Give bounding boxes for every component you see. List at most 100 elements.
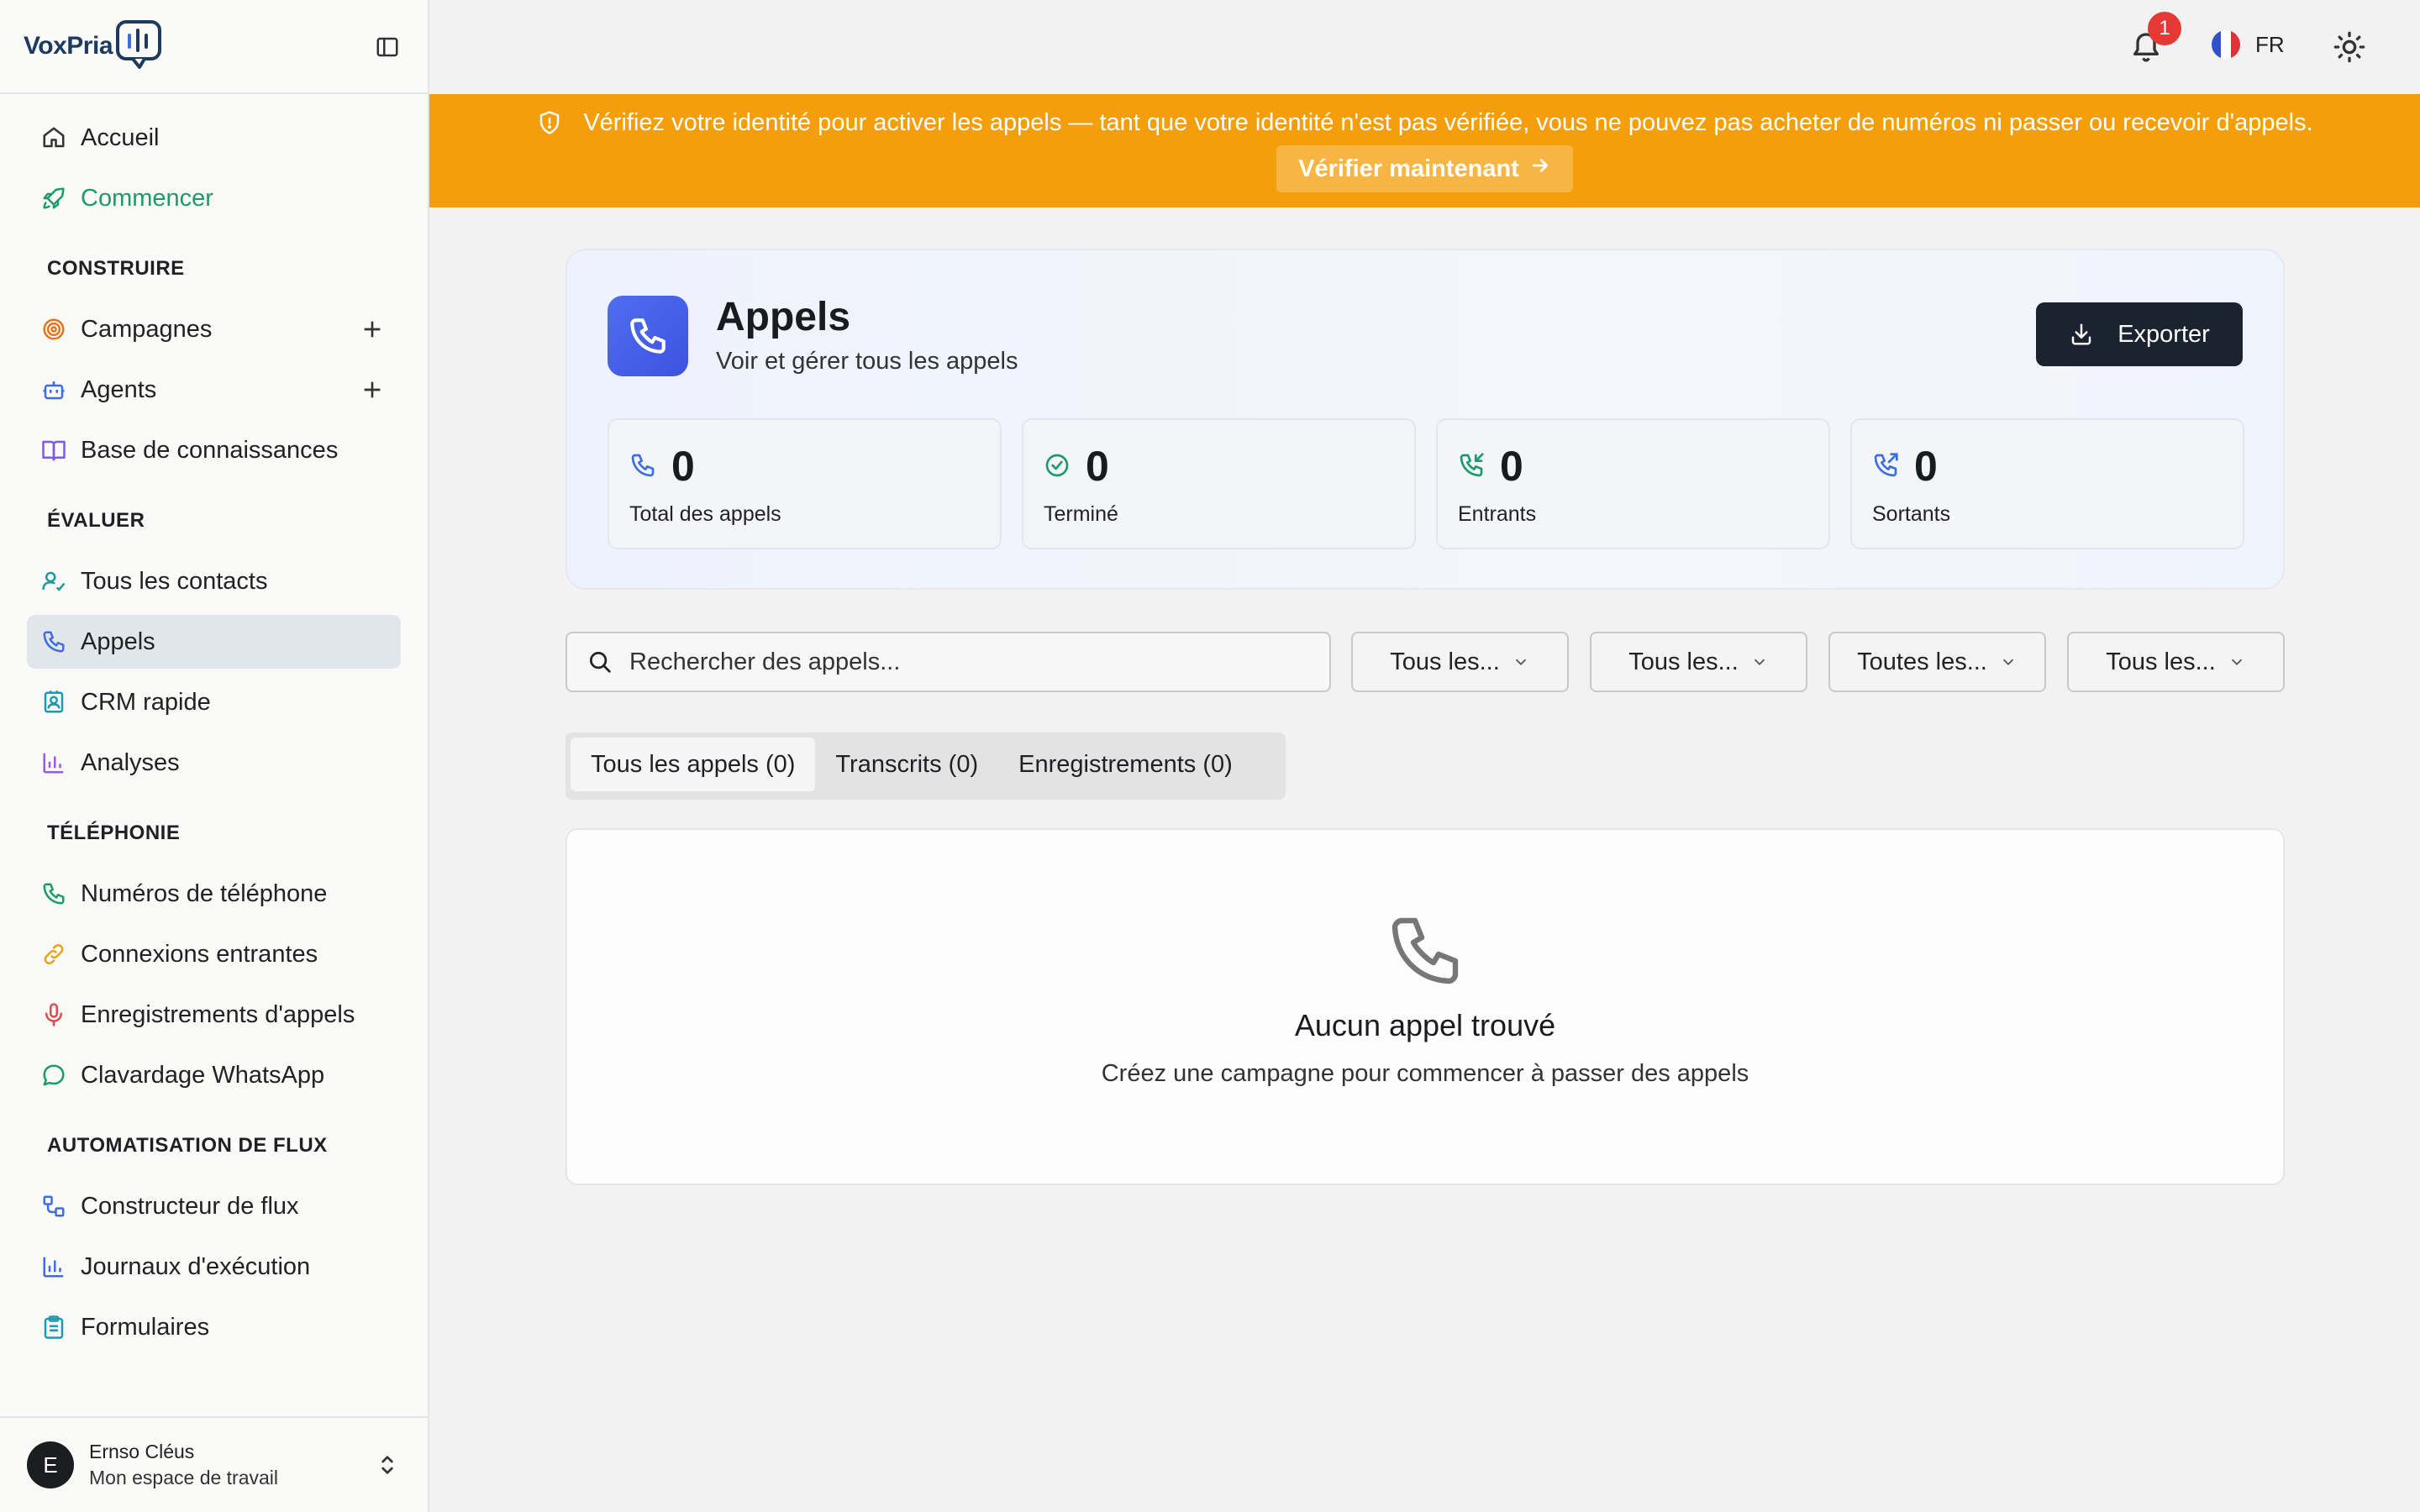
- french-flag-icon: [2212, 30, 2240, 59]
- sidebar-item-label: Agents: [81, 375, 157, 403]
- sidebar-item-accueil[interactable]: Accueil: [27, 111, 401, 165]
- stat-value: 0: [671, 443, 695, 490]
- sidebar-item-enregistrements[interactable]: Enregistrements d'appels: [27, 988, 401, 1042]
- sidebar-item-label: Campagnes: [81, 315, 213, 343]
- chevron-down-icon: [1754, 659, 1765, 666]
- mic-icon: [40, 1001, 67, 1028]
- bar-chart-icon: [40, 749, 67, 776]
- filter-label: Tous les...: [1390, 648, 1500, 675]
- sidebar-item-label: Constructeur de flux: [81, 1192, 299, 1220]
- phone-icon: [40, 880, 67, 907]
- search-input[interactable]: [629, 648, 1302, 676]
- stats-row: 0 Total des appels 0 Terminé 0 Entrants …: [608, 418, 2244, 549]
- sidebar-item-label: Accueil: [81, 123, 160, 151]
- tab-recordings[interactable]: Enregistrements (0): [998, 738, 1253, 791]
- book-icon: [40, 437, 67, 464]
- sidebar-item-label: Appels: [81, 627, 155, 655]
- bar-chart-icon: [40, 1253, 67, 1280]
- filter-select-1[interactable]: Tous les...: [1351, 632, 1569, 692]
- tab-transcribed[interactable]: Transcrits (0): [815, 738, 998, 791]
- arrow-right-icon: [1529, 155, 1551, 183]
- stat-card-sortants: 0 Sortants: [1850, 418, 2244, 549]
- sidebar-item-commencer[interactable]: Commencer: [27, 171, 401, 225]
- sidebar-nav: Accueil Commencer CONSTRUIRE Campagnes A…: [0, 94, 428, 1354]
- sidebar-item-label: CRM rapide: [81, 688, 211, 716]
- sidebar-item-label: Commencer: [81, 184, 213, 212]
- shield-alert-icon: [536, 110, 563, 137]
- section-telephonie: TÉLÉPHONIE: [47, 822, 181, 844]
- calls-header-card: Appels Voir et gérer tous les appels Exp…: [566, 249, 2285, 590]
- section-evaluer: ÉVALUER: [47, 509, 145, 532]
- user-menu[interactable]: E Ernso Cléus Mon espace de travail: [0, 1416, 428, 1512]
- add-agent-icon[interactable]: [359, 376, 386, 403]
- sidebar-item-base-connaissances[interactable]: Base de connaissances: [27, 423, 401, 477]
- sidebar-item-label: Analyses: [81, 748, 180, 776]
- target-icon: [40, 316, 67, 343]
- sidebar-toggle-icon[interactable]: [372, 32, 402, 62]
- empty-title: Aucun appel trouvé: [1294, 1008, 1556, 1042]
- sun-icon[interactable]: [2333, 30, 2366, 64]
- stat-label: Total des appels: [629, 502, 781, 526]
- phone-icon: [629, 452, 656, 479]
- sidebar-item-constructeur[interactable]: Constructeur de flux: [27, 1179, 401, 1233]
- avatar: E: [27, 1441, 74, 1488]
- filter-select-2[interactable]: Tous les...: [1590, 632, 1807, 692]
- banner-message: Vérifiez votre identité pour activer les…: [583, 109, 2313, 136]
- verify-now-label: Vérifier maintenant: [1298, 155, 1519, 182]
- export-label: Exporter: [2118, 320, 2210, 348]
- filter-select-4[interactable]: Tous les...: [2067, 632, 2285, 692]
- notification-badge: 1: [2148, 12, 2181, 45]
- filter-label: Tous les...: [1628, 648, 1739, 675]
- sidebar-item-formulaires[interactable]: Formulaires: [27, 1300, 401, 1354]
- calls-tabs: Tous les appels (0) Transcrits (0) Enreg…: [566, 732, 1286, 800]
- sidebar-item-label: Enregistrements d'appels: [81, 1000, 355, 1028]
- users-icon: [40, 568, 67, 595]
- link-icon: [40, 941, 67, 968]
- sidebar-item-crm[interactable]: CRM rapide: [27, 675, 401, 729]
- clipboard-icon: [40, 1314, 67, 1341]
- sidebar: VoxPria Accueil Commencer CONSTRUIRE Cam…: [0, 0, 429, 1512]
- chevrons-up-down-icon[interactable]: [374, 1452, 401, 1478]
- stat-card-termine: 0 Terminé: [1022, 418, 1416, 549]
- sidebar-item-contacts[interactable]: Tous les contacts: [27, 554, 401, 608]
- home-icon: [40, 124, 67, 151]
- sidebar-item-label: Tous les contacts: [81, 567, 268, 595]
- stat-value: 0: [1086, 443, 1109, 490]
- chevron-down-icon: [2002, 659, 2014, 666]
- filter-select-3[interactable]: Toutes les...: [1828, 632, 2046, 692]
- stat-card-entrants: 0 Entrants: [1436, 418, 1830, 549]
- search-box[interactable]: [566, 632, 1331, 692]
- empty-subtitle: Créez une campagne pour commencer à pass…: [1101, 1060, 1749, 1087]
- tab-all-calls[interactable]: Tous les appels (0): [571, 738, 816, 791]
- phone-outgoing-icon: [1872, 452, 1899, 479]
- phone-icon: [40, 628, 67, 655]
- sidebar-item-agents[interactable]: Agents: [27, 363, 401, 417]
- workspace-name: Mon espace de travail: [89, 1467, 279, 1488]
- workflow-icon: [40, 1193, 67, 1220]
- sidebar-item-appels[interactable]: Appels: [27, 615, 401, 669]
- app-logo[interactable]: VoxPria: [24, 18, 166, 75]
- export-button[interactable]: Exporter: [2036, 302, 2243, 366]
- chat-icon: [40, 1062, 67, 1089]
- sidebar-item-whatsapp[interactable]: Clavardage WhatsApp: [27, 1048, 401, 1102]
- sidebar-item-label: Numéros de téléphone: [81, 879, 328, 907]
- stat-value: 0: [1500, 443, 1523, 490]
- chevron-down-icon: [1515, 659, 1526, 666]
- verify-now-button[interactable]: Vérifier maintenant: [1276, 145, 1573, 192]
- language-label: FR: [2255, 31, 2285, 57]
- sidebar-item-journaux[interactable]: Journaux d'exécution: [27, 1240, 401, 1294]
- sidebar-item-connexions[interactable]: Connexions entrantes: [27, 927, 401, 981]
- sidebar-item-label: Base de connaissances: [81, 436, 339, 464]
- sidebar-item-campagnes[interactable]: Campagnes: [27, 302, 401, 356]
- logo-text: VoxPria: [24, 32, 113, 60]
- filter-label: Toutes les...: [1857, 648, 1987, 675]
- phone-incoming-icon: [1458, 452, 1485, 479]
- sidebar-item-numeros[interactable]: Numéros de téléphone: [27, 867, 401, 921]
- add-campaign-icon[interactable]: [359, 316, 386, 343]
- chevron-down-icon: [2231, 659, 2242, 666]
- filter-label: Tous les...: [2106, 648, 2216, 675]
- sidebar-item-label: Connexions entrantes: [81, 940, 318, 968]
- language-selector[interactable]: FR: [2212, 30, 2285, 59]
- sidebar-item-analyses[interactable]: Analyses: [27, 736, 401, 790]
- sidebar-item-label: Clavardage WhatsApp: [81, 1061, 325, 1089]
